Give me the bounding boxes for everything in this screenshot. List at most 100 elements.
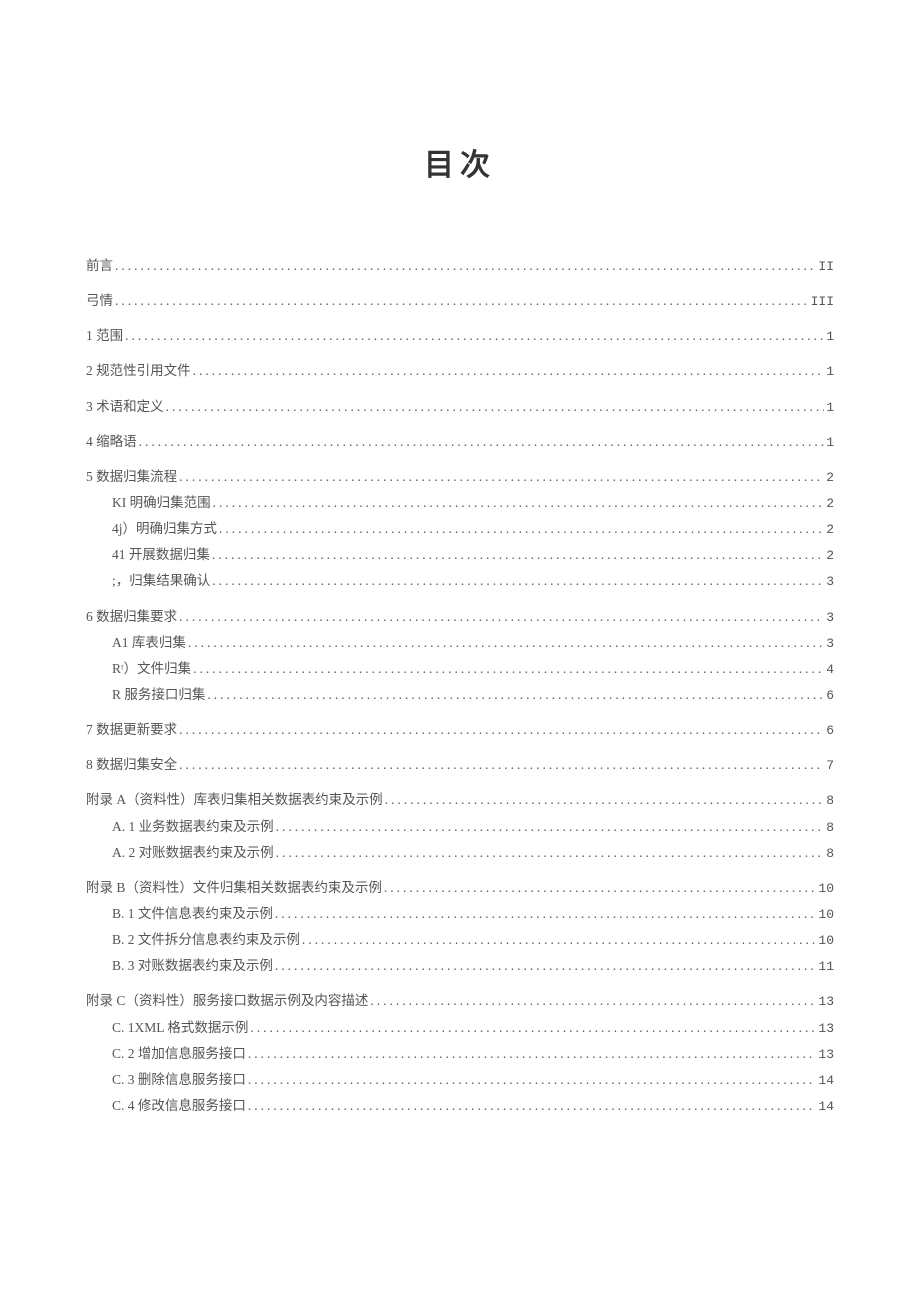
toc-entry-label: C. 4 修改信息服务接口 (112, 1096, 246, 1117)
toc-leader-dots (248, 1044, 817, 1065)
toc-entry-label: A. 1 业务数据表约束及示例 (112, 817, 274, 838)
toc-entry-label: Rᵗ）文件归集 (112, 659, 191, 680)
toc-entry: 8 数据归集安全7 (86, 755, 834, 776)
page-title: 目次 (86, 140, 834, 184)
toc-entry-label: 附录 A（资料性）库表归集相关数据表约束及示例 (86, 790, 383, 811)
toc-entry-page: 10 (818, 931, 834, 951)
toc-entry: B. 3 对账数据表约束及示例11 (86, 956, 834, 977)
toc-entry: KI 明确归集范围2 (86, 493, 834, 514)
toc-entry-label: A1 库表归集 (112, 633, 186, 654)
toc-leader-dots (179, 755, 824, 776)
toc-entry: A. 1 业务数据表约束及示例8 (86, 817, 834, 838)
toc-leader-dots (248, 1070, 817, 1091)
toc-entry-page: 6 (826, 686, 834, 706)
toc-entry-page: 2 (826, 520, 834, 540)
toc-leader-dots (212, 545, 824, 566)
toc-entry: 3 术语和定义1 (86, 397, 834, 418)
toc-entry-label: B. 2 文件拆分信息表约束及示例 (112, 930, 300, 951)
toc-entry: R 服务接口归集6 (86, 685, 834, 706)
toc-leader-dots (384, 878, 817, 899)
toc-entry-page: 3 (826, 634, 834, 654)
toc-entry-page: 10 (818, 879, 834, 899)
toc-entry-label: 2 规范性引用文件 (86, 361, 191, 382)
toc-entry: 附录 B（资料性）文件归集相关数据表约束及示例 10 (86, 878, 834, 899)
toc-entry-label: B. 3 对账数据表约束及示例 (112, 956, 273, 977)
toc-leader-dots (193, 361, 825, 382)
toc-entry-page: 1 (826, 398, 834, 418)
toc-entry-page: 14 (818, 1097, 834, 1117)
toc-leader-dots (125, 326, 824, 347)
toc-entry-page: II (818, 257, 834, 277)
toc-entry: C. 2 增加信息服务接口 13 (86, 1044, 834, 1065)
toc-entry: C. 1XML 格式数据示例 13 (86, 1018, 834, 1039)
toc-leader-dots (248, 1096, 817, 1117)
toc-entry-label: 附录 C（资料性）服务接口数据示例及内容描述 (86, 991, 368, 1012)
toc-entry-label: 7 数据更新要求 (86, 720, 177, 741)
toc-leader-dots (385, 790, 825, 811)
toc-entry-label: ;，归集结果确认 (112, 571, 210, 592)
toc-entry-page: 8 (826, 844, 834, 864)
toc-entry-page: 8 (826, 791, 834, 811)
toc-entry-page: 13 (818, 992, 834, 1012)
toc-entry: B. 1 文件信息表约束及示例10 (86, 904, 834, 925)
toc-entry: A. 2 对账数据表约束及示例8 (86, 843, 834, 864)
toc-leader-dots (302, 930, 817, 951)
toc-leader-dots (193, 659, 824, 680)
toc-entry-label: 41 开展数据归集 (112, 545, 210, 566)
toc-entry-page: 6 (826, 721, 834, 741)
toc-leader-dots (139, 432, 825, 453)
toc-leader-dots (179, 720, 824, 741)
toc-leader-dots (179, 607, 824, 628)
toc-entry: 附录 A（资料性）库表归集相关数据表约束及示例 8 (86, 790, 834, 811)
toc-leader-dots (250, 1018, 816, 1039)
toc-entry-page: III (811, 292, 834, 312)
document-page: 目次 前言II弓情III1 范围12 规范性引用文件13 术语和定义14 缩略语… (0, 0, 920, 1182)
toc-entry-label: 6 数据归集要求 (86, 607, 177, 628)
toc-entry: 2 规范性引用文件 1 (86, 361, 834, 382)
toc-entry: ;，归集结果确认 3 (86, 571, 834, 592)
toc-entry-page: 13 (818, 1019, 834, 1039)
toc-entry-page: 2 (826, 468, 834, 488)
toc-leader-dots (213, 493, 825, 514)
toc-entry: 7 数据更新要求 6 (86, 720, 834, 741)
toc-entry-label: C. 3 删除信息服务接口 (112, 1070, 246, 1091)
toc-leader-dots (115, 291, 809, 312)
toc-leader-dots (370, 991, 816, 1012)
toc-entry-label: 1 范围 (86, 326, 123, 347)
toc-entry-page: 4 (826, 660, 834, 680)
toc-entry: 附录 C（资料性）服务接口数据示例及内容描述 13 (86, 991, 834, 1012)
toc-entry-page: 1 (826, 362, 834, 382)
toc-entry: C. 3 删除信息服务接口 14 (86, 1070, 834, 1091)
toc-entry-page: 1 (826, 433, 834, 453)
toc-entry: 6 数据归集要求 3 (86, 607, 834, 628)
toc-entry: Rᵗ）文件归集 4 (86, 659, 834, 680)
toc-entry: 4 缩略语 1 (86, 432, 834, 453)
toc-leader-dots (275, 904, 817, 925)
toc-leader-dots (276, 817, 825, 838)
toc-entry: 前言 II (86, 256, 834, 277)
toc-entry: 5 数据归集流程 2 (86, 467, 834, 488)
toc-entry-label: 5 数据归集流程 (86, 467, 177, 488)
toc-entry: 1 范围1 (86, 326, 834, 347)
toc-leader-dots (207, 685, 824, 706)
toc-entry-page: 14 (818, 1071, 834, 1091)
toc-entry: 4j）明确归集方式2 (86, 519, 834, 540)
toc-leader-dots (276, 843, 825, 864)
toc-entry-page: 10 (818, 905, 834, 925)
toc-leader-dots (179, 467, 824, 488)
toc-entry-label: 附录 B（资料性）文件归集相关数据表约束及示例 (86, 878, 382, 899)
toc-leader-dots (166, 397, 825, 418)
toc-entry-label: C. 2 增加信息服务接口 (112, 1044, 246, 1065)
toc-entry-page: 7 (826, 756, 834, 776)
toc-leader-dots (219, 519, 824, 540)
toc-entry-label: C. 1XML 格式数据示例 (112, 1018, 248, 1039)
toc-entry: B. 2 文件拆分信息表约束及示例 10 (86, 930, 834, 951)
toc-leader-dots (212, 571, 824, 592)
toc-entry-page: 3 (826, 608, 834, 628)
toc-entry-page: 13 (818, 1045, 834, 1065)
toc-entry-page: 3 (826, 572, 834, 592)
toc-entry-label: 4 缩略语 (86, 432, 137, 453)
toc-leader-dots (188, 633, 824, 654)
toc-entry-label: 前言 (86, 256, 113, 277)
toc-entry: A1 库表归集 3 (86, 633, 834, 654)
